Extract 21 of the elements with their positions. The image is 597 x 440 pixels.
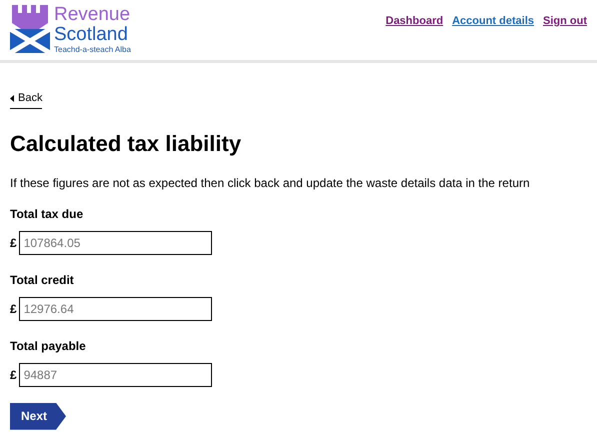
intro-text: If these figures are not as expected then click back and update the waste details data in the return	[10, 174, 531, 192]
currency-symbol: £	[10, 234, 17, 252]
nav-link[interactable]: Dashboard	[386, 13, 444, 30]
field-label: Total payable	[10, 338, 87, 355]
logo-tagline: Teachd-a-steach Alba	[54, 45, 131, 55]
logo-name: Scotland	[54, 25, 129, 45]
back-link[interactable]: Back	[10, 90, 42, 108]
next-button[interactable]: Next	[10, 402, 66, 430]
currency-symbol: £	[10, 366, 17, 384]
nav-link[interactable]: Sign out	[543, 13, 587, 30]
field-label: Total tax due	[10, 206, 84, 223]
nav-link[interactable]: Account details	[452, 13, 534, 30]
field-label: Total credit	[10, 272, 75, 289]
currency-symbol: £	[10, 300, 17, 318]
amount-field[interactable]: 94887	[18, 362, 212, 387]
amount-field[interactable]: 107864.05	[18, 230, 212, 255]
amount-field[interactable]: 12976.64	[18, 296, 212, 321]
logo-icon	[10, 5, 50, 53]
logo-name: Revenue	[54, 5, 131, 25]
page-heading: Calculated tax liability	[10, 130, 242, 158]
back-arrow-icon	[10, 94, 14, 102]
